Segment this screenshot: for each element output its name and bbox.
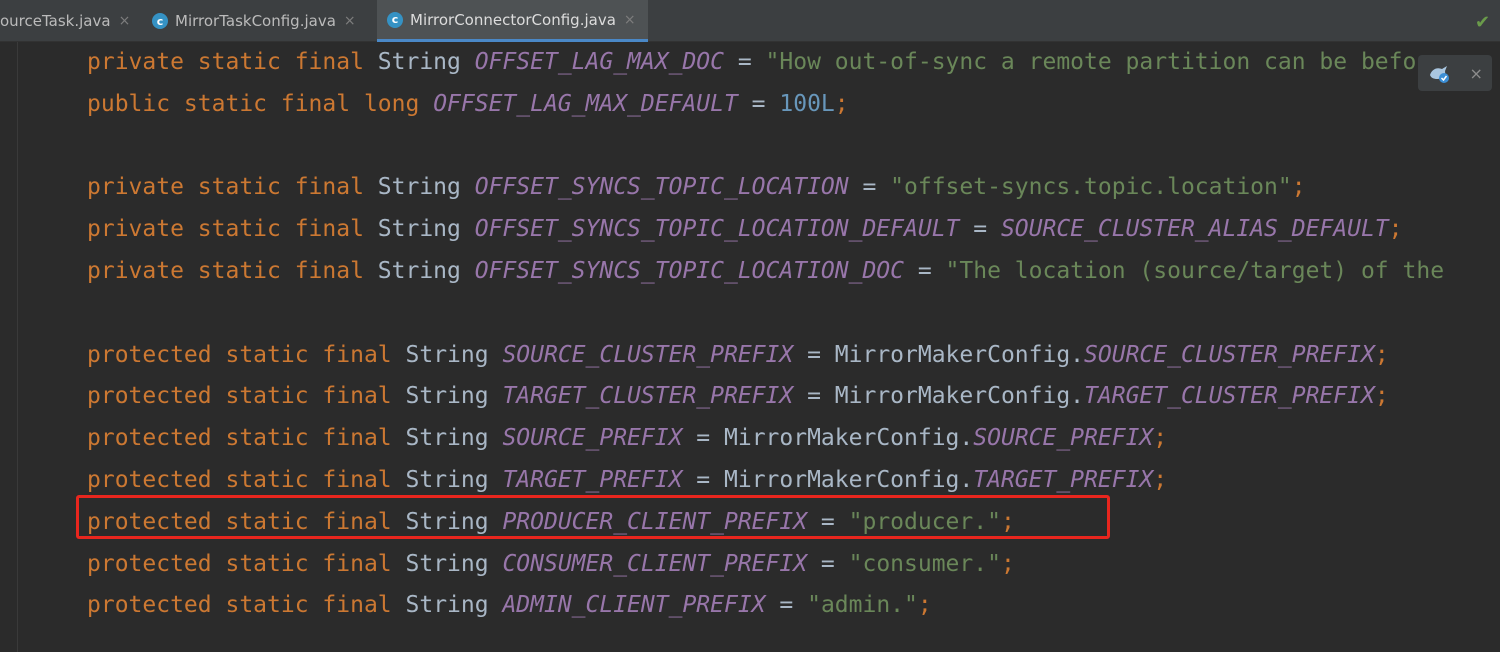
code-token: ; — [834, 90, 849, 117]
code-token: String — [405, 341, 503, 368]
code-token: TARGET_CLUSTER_PREFIX — [502, 383, 794, 410]
code-editor[interactable]: private static final String OFFSET_LAG_M… — [0, 42, 1500, 652]
code-token: String — [377, 216, 475, 243]
code-token: private static final — [87, 49, 378, 75]
code-token: public static final long — [87, 90, 434, 117]
code-token: ; — [1153, 467, 1168, 493]
code-token: String — [405, 550, 503, 577]
code-token: private static final — [87, 216, 378, 243]
code-token: "consumer." — [848, 550, 1001, 577]
code-token: = — [723, 49, 766, 75]
code-token: SOURCE_CLUSTER_PREFIX — [1084, 341, 1375, 368]
code-line[interactable]: protected static final String CONSUMER_C… — [87, 544, 1015, 584]
code-token: String — [405, 425, 503, 452]
code-token: SOURCE_PREFIX — [973, 425, 1154, 452]
tab-label: ourceTask.java — [0, 12, 111, 30]
java-class-icon: c — [152, 13, 168, 29]
floating-notification-widget[interactable]: × — [1418, 55, 1492, 91]
code-token: ; — [1374, 383, 1389, 410]
code-token: SOURCE_PREFIX — [502, 425, 683, 452]
code-token: ADMIN_CLIENT_PREFIX — [502, 592, 766, 619]
code-line[interactable]: private static final String OFFSET_SYNCS… — [87, 209, 1403, 249]
code-token: OFFSET_SYNCS_TOPIC_LOCATION — [474, 174, 849, 201]
code-token: String — [377, 174, 475, 201]
code-line[interactable]: private static final String OFFSET_SYNCS… — [87, 167, 1306, 207]
code-token: = — [904, 258, 946, 284]
code-token: OFFSET_LAG_MAX_DEFAULT — [433, 90, 738, 117]
code-token: SOURCE_CLUSTER_PREFIX — [502, 341, 794, 368]
code-token: String — [405, 592, 503, 619]
java-class-icon: c — [387, 11, 403, 28]
code-line[interactable]: private static final String OFFSET_SYNCS… — [87, 251, 1444, 291]
tab-label: MirrorTaskConfig.java — [175, 12, 336, 30]
code-line[interactable]: protected static final String SOURCE_PRE… — [87, 418, 1167, 458]
code-token: private static final — [87, 258, 378, 284]
code-token: = — [807, 550, 849, 577]
code-token: SOURCE_CLUSTER_ALIAS_DEFAULT — [1000, 216, 1389, 243]
tab-mirrorconnectorconfig[interactable]: c MirrorConnectorConfig.java × — [377, 0, 648, 42]
code-line[interactable]: protected static final String SOURCE_CLU… — [87, 335, 1389, 375]
code-line[interactable]: private static final String OFFSET_LAG_M… — [87, 42, 1416, 82]
code-token: ; — [1388, 216, 1403, 243]
code-line[interactable]: public static final long OFFSET_LAG_MAX_… — [87, 84, 849, 124]
code-token: "admin." — [807, 592, 918, 619]
highlight-annotation-box — [76, 495, 1110, 539]
code-token: "How out-of-sync a remote partition can … — [765, 49, 1417, 75]
code-token: = — [737, 90, 780, 117]
code-token: protected static final — [87, 383, 406, 410]
code-token: TARGET_CLUSTER_PREFIX — [1084, 383, 1375, 410]
code-token: = MirrorMakerConfig. — [793, 383, 1085, 410]
code-token: "The location (source/target) of the — [945, 258, 1445, 284]
close-icon[interactable]: × — [1469, 64, 1482, 83]
code-token: = — [765, 592, 808, 619]
code-token: protected static final — [87, 550, 406, 577]
code-token: protected static final — [87, 592, 406, 619]
code-token: "offset-syncs.topic.location" — [890, 174, 1292, 201]
code-token: OFFSET_SYNCS_TOPIC_LOCATION_DEFAULT — [474, 216, 960, 243]
code-token: = — [959, 216, 1001, 243]
code-token: CONSUMER_CLIENT_PREFIX — [502, 550, 808, 577]
code-token: protected static final — [87, 425, 406, 452]
code-token: OFFSET_SYNCS_TOPIC_LOCATION_DOC — [474, 258, 904, 284]
code-token: String — [405, 467, 503, 493]
code-line[interactable]: protected static final String TARGET_PRE… — [87, 460, 1167, 500]
code-token: String — [405, 383, 503, 410]
code-token: OFFSET_LAG_MAX_DOC — [474, 49, 724, 75]
code-token: = MirrorMakerConfig. — [682, 467, 974, 493]
code-token: String — [377, 258, 475, 284]
tab-mirrortaskconfig[interactable]: c MirrorTaskConfig.java × — [142, 0, 366, 42]
code-token: ; — [1000, 550, 1015, 577]
code-token: String — [377, 49, 475, 75]
code-token: ; — [1374, 341, 1389, 368]
code-line[interactable]: protected static final String ADMIN_CLIE… — [87, 585, 932, 625]
code-token: = MirrorMakerConfig. — [793, 341, 1085, 368]
code-token: ; — [917, 592, 932, 619]
code-token: private static final — [87, 174, 378, 201]
gutter-divider — [17, 42, 18, 652]
code-token: TARGET_PREFIX — [973, 467, 1154, 493]
tab-sourcetask[interactable]: ourceTask.java × — [0, 0, 140, 42]
code-line[interactable]: protected static final String TARGET_CLU… — [87, 376, 1389, 416]
checkmark-icon[interactable]: ✔ — [1475, 12, 1490, 33]
code-token: TARGET_PREFIX — [502, 467, 683, 493]
code-token: = — [848, 174, 891, 201]
tab-close-icon[interactable]: × — [624, 12, 636, 28]
code-token: = MirrorMakerConfig. — [682, 425, 974, 452]
editor-tab-bar: ourceTask.java × c MirrorTaskConfig.java… — [0, 0, 1500, 42]
code-token: ; — [1291, 174, 1306, 201]
tab-close-icon[interactable]: × — [119, 13, 131, 29]
tab-label: MirrorConnectorConfig.java — [410, 10, 616, 29]
code-token: protected static final — [87, 467, 406, 493]
code-token: protected static final — [87, 341, 406, 368]
tab-close-icon[interactable]: × — [344, 13, 356, 29]
code-token: 100L — [779, 90, 835, 117]
notification-bird-icon[interactable] — [1427, 61, 1451, 85]
code-token: ; — [1153, 425, 1168, 452]
